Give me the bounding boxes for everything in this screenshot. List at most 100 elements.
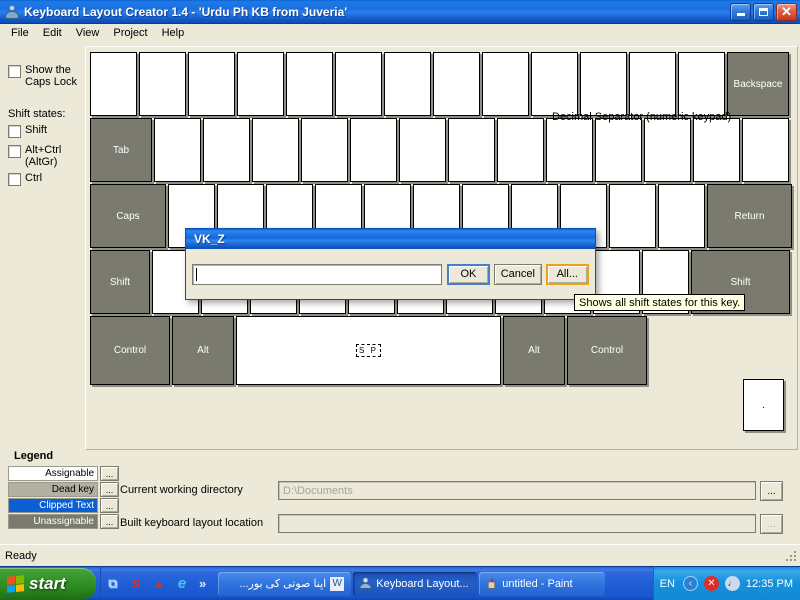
key-tab-row-5[interactable] bbox=[350, 118, 397, 182]
key-alt[interactable]: Alt bbox=[172, 316, 234, 385]
key-number-row-3[interactable] bbox=[237, 52, 284, 116]
minimize-button[interactable] bbox=[730, 2, 751, 21]
menu-help[interactable]: Help bbox=[155, 25, 192, 41]
alt-ctrl-line1: Alt+Ctrl bbox=[25, 144, 62, 156]
shift-state-panel: Show the Caps Lock Shift states: Shift A… bbox=[0, 44, 85, 495]
quick-launch-overflow-icon[interactable]: » bbox=[199, 576, 206, 591]
key-number-row-12[interactable] bbox=[678, 52, 725, 116]
word-document-icon: W bbox=[330, 576, 345, 591]
menu-file[interactable]: File bbox=[4, 25, 36, 41]
start-button[interactable]: start bbox=[0, 568, 96, 600]
key-tab-row-4[interactable] bbox=[301, 118, 348, 182]
key-alt[interactable]: Alt bbox=[503, 316, 565, 385]
checkbox-box-shift[interactable] bbox=[8, 125, 21, 138]
key-return[interactable]: Return bbox=[707, 184, 792, 248]
key-caps-row-10[interactable] bbox=[609, 184, 656, 248]
menu-project[interactable]: Project bbox=[106, 25, 154, 41]
key-number-row-0[interactable] bbox=[90, 52, 137, 116]
security-shield-icon[interactable]: ✕ bbox=[703, 576, 719, 591]
key-decimal-separator[interactable]: . bbox=[743, 379, 784, 431]
firebird-icon[interactable]: ▲ bbox=[151, 576, 167, 592]
checkbox-box-caps-lock[interactable] bbox=[8, 65, 21, 78]
key-tab-row-13[interactable] bbox=[742, 118, 789, 182]
key-number-row-2[interactable] bbox=[188, 52, 235, 116]
key-tab-row-1[interactable] bbox=[154, 118, 201, 182]
dialog-all-button[interactable]: All... bbox=[545, 263, 590, 285]
key-number-row-5[interactable] bbox=[335, 52, 382, 116]
window-controls: ✕ bbox=[730, 2, 797, 21]
key-tab-row-9[interactable] bbox=[546, 118, 593, 182]
key-tab-row-7[interactable] bbox=[448, 118, 495, 182]
key-control[interactable]: Control bbox=[90, 316, 170, 385]
key-tab-row-3[interactable] bbox=[252, 118, 299, 182]
key-control[interactable]: Control bbox=[567, 316, 647, 385]
checkbox-alt-ctrl[interactable]: Alt+Ctrl (AltGr) bbox=[0, 144, 61, 168]
checkbox-show-caps-lock[interactable]: Show the Caps Lock bbox=[0, 64, 77, 88]
legend-color-button-clipped-text[interactable]: ... bbox=[100, 498, 119, 513]
menu-edit[interactable]: Edit bbox=[36, 25, 69, 41]
restore-button[interactable] bbox=[753, 2, 774, 21]
key-number-row-7[interactable] bbox=[433, 52, 480, 116]
built-location-browse-button[interactable]: ... bbox=[760, 514, 783, 534]
key-decimal-separator-label: . bbox=[762, 399, 765, 411]
taskbar-item-keyboard-layout-creator[interactable]: Keyboard Layout... bbox=[353, 571, 478, 596]
legend-color-button-assignable[interactable]: ... bbox=[100, 466, 119, 481]
key-tab-row-12[interactable] bbox=[693, 118, 740, 182]
key-number-row-8[interactable] bbox=[482, 52, 529, 116]
clock[interactable]: 12:35 PM bbox=[746, 578, 793, 590]
key-backspace[interactable]: Backspace bbox=[727, 52, 789, 116]
key-number-row-11[interactable] bbox=[629, 52, 676, 116]
key-bottom-row-2[interactable]: S P bbox=[236, 316, 501, 385]
key-tab-row-2[interactable] bbox=[203, 118, 250, 182]
key-tab-row-10[interactable] bbox=[595, 118, 642, 182]
checkbox-label-alt-ctrl: Alt+Ctrl (AltGr) bbox=[25, 144, 61, 168]
show-hidden-icons-chevron[interactable]: ‹ bbox=[682, 576, 698, 591]
volume-icon[interactable]: ♩ bbox=[724, 576, 740, 591]
checkbox-ctrl[interactable]: Ctrl bbox=[0, 172, 42, 186]
checkbox-box-ctrl[interactable] bbox=[8, 173, 21, 186]
key-tab[interactable]: Tab bbox=[90, 118, 152, 182]
desktop-icon[interactable]: ⧉ bbox=[105, 576, 121, 592]
legend-item: Assignable... bbox=[8, 466, 119, 481]
resize-grip[interactable] bbox=[784, 549, 798, 563]
dialog-body: OK Cancel All... bbox=[186, 249, 595, 299]
dialog-character-input[interactable] bbox=[192, 263, 442, 285]
key-label: Tab bbox=[112, 144, 130, 156]
key-number-row-10[interactable] bbox=[580, 52, 627, 116]
language-indicator[interactable]: EN bbox=[660, 578, 675, 590]
key-caps[interactable]: Caps bbox=[90, 184, 166, 248]
key-shift[interactable]: Shift bbox=[90, 250, 150, 314]
key-caps-row-11[interactable] bbox=[658, 184, 705, 248]
legend-color-button-dead-key[interactable]: ... bbox=[100, 482, 119, 497]
legend-color-button-unassignable[interactable]: ... bbox=[100, 514, 119, 529]
tooltip: Shows all shift states for this key. bbox=[574, 294, 746, 311]
close-button[interactable]: ✕ bbox=[776, 2, 797, 21]
key-tab-row-11[interactable] bbox=[644, 118, 691, 182]
legend-swatch-assignable: Assignable bbox=[8, 466, 98, 481]
legend-swatch-clipped-text: Clipped Text bbox=[8, 498, 98, 513]
taskbar-item-word-document[interactable]: W اپنا صوتی کی بور... bbox=[218, 571, 352, 596]
start-label: start bbox=[29, 574, 66, 593]
checkbox-box-alt-ctrl[interactable] bbox=[8, 145, 21, 158]
built-location-input[interactable] bbox=[278, 514, 756, 533]
caps-label-line1: Show the bbox=[25, 64, 71, 76]
key-tab-row-6[interactable] bbox=[399, 118, 446, 182]
key-number-row-4[interactable] bbox=[286, 52, 333, 116]
key-label: Backspace bbox=[733, 78, 783, 90]
key-number-row-9[interactable] bbox=[531, 52, 578, 116]
key-number-row-6[interactable] bbox=[384, 52, 431, 116]
skype-icon[interactable]: S bbox=[128, 576, 144, 592]
cwd-input[interactable]: D:\Documents bbox=[278, 481, 756, 500]
taskbar-item-paint[interactable]: untitled - Paint bbox=[479, 571, 606, 596]
internet-explorer-icon[interactable]: e bbox=[174, 575, 190, 592]
menu-view[interactable]: View bbox=[69, 25, 107, 41]
dialog-cancel-button[interactable]: Cancel bbox=[494, 263, 542, 285]
checkbox-shift[interactable]: Shift bbox=[0, 124, 47, 138]
key-tab-row-8[interactable] bbox=[497, 118, 544, 182]
legend-title: Legend bbox=[14, 450, 54, 462]
cwd-browse-button[interactable]: ... bbox=[760, 481, 783, 501]
legend-item: Clipped Text... bbox=[8, 498, 119, 513]
dialog-ok-button[interactable]: OK bbox=[446, 263, 491, 285]
legend-item: Unassignable... bbox=[8, 514, 119, 529]
key-number-row-1[interactable] bbox=[139, 52, 186, 116]
